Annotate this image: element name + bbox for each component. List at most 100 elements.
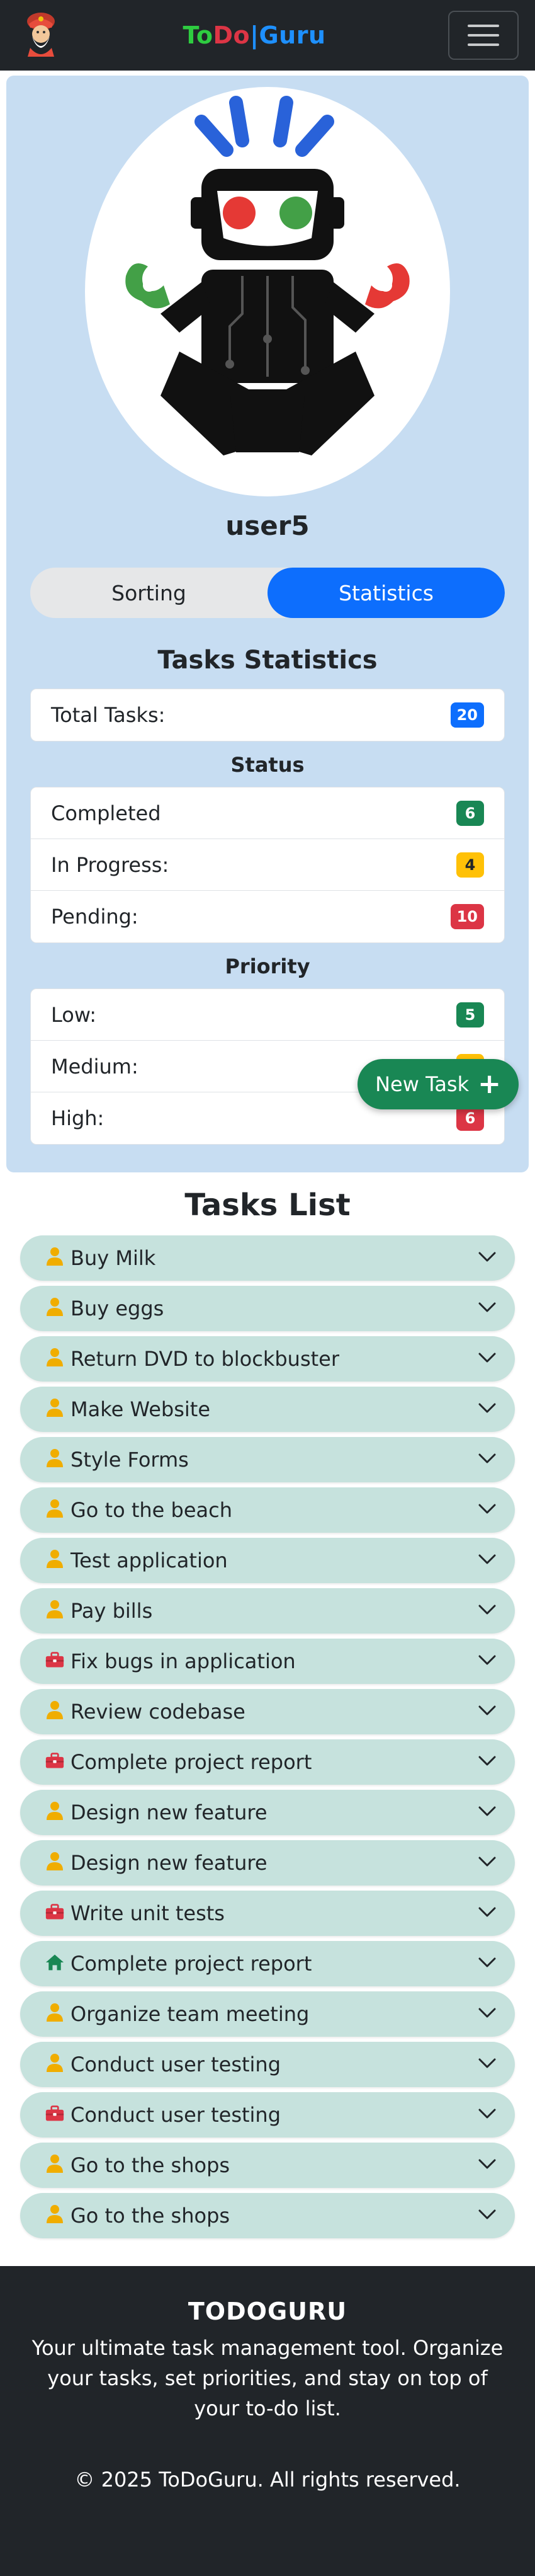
chevron-down-icon[interactable] (478, 1402, 496, 1417)
task-item[interactable]: Go to the shops (20, 2193, 515, 2238)
task-item-left: Conduct user testing (45, 2103, 281, 2127)
status-row-completed: Completed 6 (31, 787, 504, 839)
tab-sorting[interactable]: Sorting (30, 568, 268, 618)
chevron-down-icon[interactable] (478, 1553, 496, 1568)
task-name: Pay bills (70, 1599, 153, 1623)
task-item[interactable]: Complete project report (20, 1739, 515, 1785)
chevron-down-icon[interactable] (478, 2006, 496, 2022)
brand-logo[interactable]: ToDo|Guru (183, 21, 325, 49)
task-name: Return DVD to blockbuster (70, 1347, 339, 1371)
status-row-in-progress: In Progress: 4 (31, 839, 504, 891)
chevron-down-icon[interactable] (478, 1956, 496, 1971)
task-item-left: Test application (45, 1548, 228, 1572)
chevron-down-icon[interactable] (478, 1906, 496, 1921)
person-icon (45, 1398, 64, 1421)
tab-statistics[interactable]: Statistics (268, 568, 505, 618)
task-item[interactable]: Fix bugs in application (20, 1639, 515, 1684)
task-name: Go to the shops (70, 2204, 230, 2228)
task-item[interactable]: Design new feature (20, 1790, 515, 1835)
brand-part-to: To (183, 21, 213, 49)
status-label: Completed (51, 801, 161, 825)
person-icon (45, 2204, 64, 2227)
total-tasks-row: Total Tasks: 20 (31, 689, 504, 741)
task-item[interactable]: Pay bills (20, 1588, 515, 1634)
menu-toggle-button[interactable] (448, 11, 519, 60)
task-item[interactable]: Test application (20, 1538, 515, 1583)
new-task-button[interactable]: New Task + (358, 1059, 519, 1109)
task-name: Go to the shops (70, 2153, 230, 2177)
username: user5 (225, 510, 310, 541)
task-item-left: Go to the beach (45, 1498, 232, 1522)
briefcase-icon (45, 1751, 64, 1773)
chevron-down-icon[interactable] (478, 1855, 496, 1870)
task-item-left: Design new feature (45, 1800, 268, 1824)
task-item[interactable]: Go to the shops (20, 2143, 515, 2188)
task-name: Conduct user testing (70, 2103, 281, 2127)
chevron-down-icon[interactable] (478, 1452, 496, 1467)
person-icon (45, 2053, 64, 2076)
task-item-left: Pay bills (45, 1599, 152, 1623)
brand-part-do: Do (213, 21, 251, 49)
task-item[interactable]: Complete project report (20, 1941, 515, 1986)
chevron-down-icon[interactable] (478, 1805, 496, 1820)
priority-label: High: (51, 1106, 104, 1130)
chevron-down-icon[interactable] (478, 2158, 496, 2173)
task-item[interactable]: Style Forms (20, 1437, 515, 1482)
brand-separator: | (250, 21, 259, 49)
priority-label: Medium: (51, 1054, 138, 1079)
chevron-down-icon[interactable] (478, 1251, 496, 1266)
task-item[interactable]: Write unit tests (20, 1891, 515, 1936)
person-icon (45, 2003, 64, 2025)
chevron-down-icon[interactable] (478, 1351, 496, 1366)
view-toggle: Sorting Statistics (30, 568, 505, 618)
priority-section: Low: 5 Medium: High: 6 New Task + (30, 988, 519, 1145)
task-item-left: Complete project report (45, 1952, 312, 1976)
task-item-left: Style Forms (45, 1448, 189, 1472)
new-task-label: New Task (375, 1072, 470, 1096)
task-item[interactable]: Review codebase (20, 1689, 515, 1734)
plus-icon: + (478, 1068, 501, 1100)
task-item[interactable]: Design new feature (20, 1840, 515, 1886)
footer: TODOGURU Your ultimate task management t… (0, 2266, 535, 2576)
task-name: Style Forms (70, 1448, 189, 1472)
task-item[interactable]: Go to the beach (20, 1487, 515, 1533)
footer-copyright: © 2025 ToDoGuru. All rights reserved. (74, 2468, 461, 2492)
guru-avatar-icon[interactable] (21, 11, 60, 59)
task-name: Buy eggs (70, 1297, 164, 1320)
status-badge: 10 (450, 904, 484, 929)
task-name: Review codebase (70, 1700, 245, 1724)
chevron-down-icon[interactable] (478, 2107, 496, 2122)
hamburger-icon-line (467, 34, 499, 37)
status-row-pending: Pending: 10 (31, 891, 504, 942)
task-item-left: Complete project report (45, 1750, 312, 1774)
task-name: Complete project report (70, 1952, 312, 1976)
briefcase-icon (45, 1650, 64, 1673)
chevron-down-icon[interactable] (478, 2208, 496, 2223)
task-item[interactable]: Organize team meeting (20, 1991, 515, 2037)
status-badge: 6 (456, 800, 484, 826)
chevron-down-icon[interactable] (478, 2057, 496, 2072)
person-icon (45, 1499, 64, 1521)
chevron-down-icon[interactable] (478, 1654, 496, 1669)
status-title: Status (230, 753, 305, 777)
task-item[interactable]: Conduct user testing (20, 2092, 515, 2138)
priority-label: Low: (51, 1002, 97, 1027)
chevron-down-icon[interactable] (478, 1755, 496, 1770)
task-name: Fix bugs in application (70, 1649, 296, 1673)
task-item[interactable]: Buy Milk (20, 1235, 515, 1281)
task-item[interactable]: Conduct user testing (20, 2042, 515, 2087)
footer-title: TODOGURU (188, 2298, 347, 2325)
task-item-left: Conduct user testing (45, 2052, 281, 2076)
chevron-down-icon[interactable] (478, 1301, 496, 1316)
chevron-down-icon[interactable] (478, 1704, 496, 1719)
task-item[interactable]: Make Website (20, 1387, 515, 1432)
priority-row-low: Low: 5 (31, 989, 504, 1041)
status-list: Completed 6 In Progress: 4 Pending: 10 (30, 787, 505, 943)
task-item[interactable]: Return DVD to blockbuster (20, 1336, 515, 1382)
total-tasks-card: Total Tasks: 20 (30, 689, 505, 741)
chevron-down-icon[interactable] (478, 1503, 496, 1518)
chevron-down-icon[interactable] (478, 1603, 496, 1618)
task-item-left: Buy Milk (45, 1246, 155, 1270)
task-item-left: Design new feature (45, 1851, 268, 1875)
task-item[interactable]: Buy eggs (20, 1286, 515, 1331)
